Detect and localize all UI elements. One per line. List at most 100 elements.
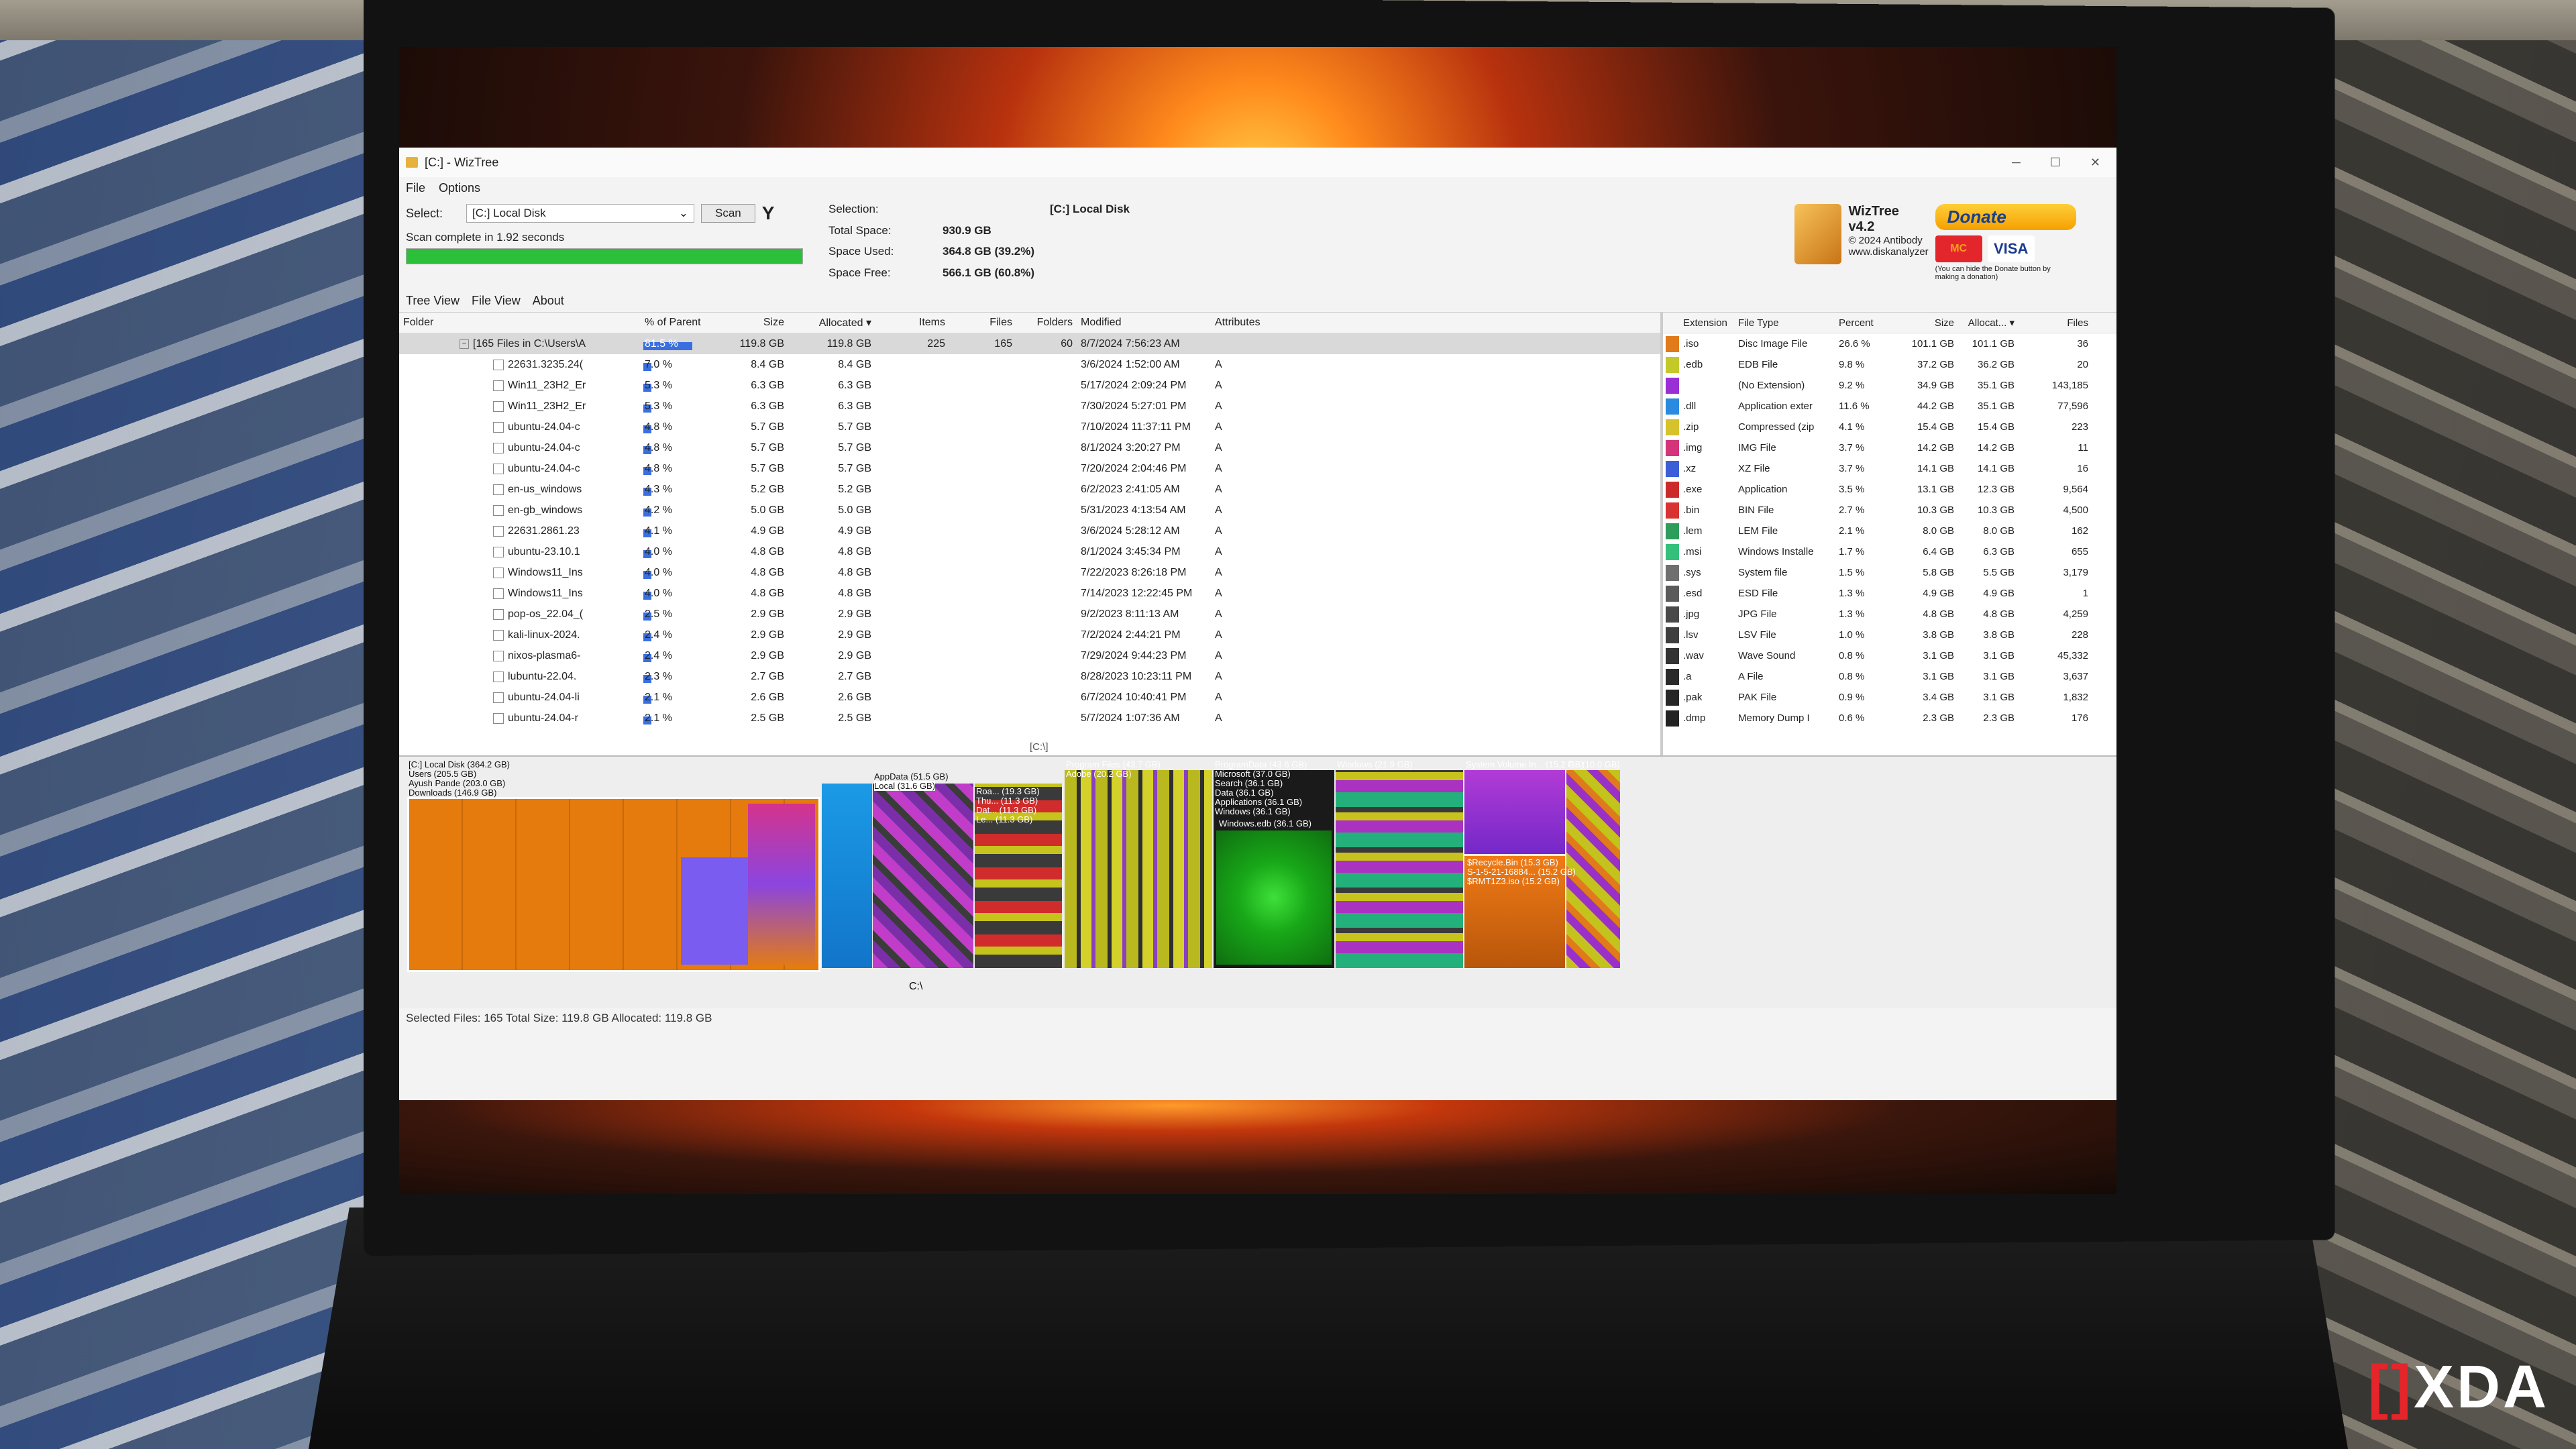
table-row[interactable]: en-us_windows 4.3 % 5.2 GB 5.2 GB 6/2/2023 2… — [399, 479, 1660, 500]
extension-panel: Extension File Type Percent Size Allocat… — [1660, 313, 2116, 755]
list-item[interactable]: .exe Application 3.5 % 13.1 GB 12.3 GB 9,564 — [1663, 479, 2116, 500]
table-row[interactable]: Windows11_Ins 4.0 % 4.8 GB 4.8 GB 7/14/2023 … — [399, 583, 1660, 604]
folder-name-text: 22631.3235.24( — [508, 358, 584, 370]
col-file-type[interactable]: File Type — [1735, 317, 1836, 329]
treemap-label-recycle-bin: $Recycle.Bin (15.3 GB) — [1467, 857, 1558, 867]
donate-button[interactable]: Donate — [1935, 204, 2076, 230]
list-item[interactable]: .lsv LSV File 1.0 % 3.8 GB 3.8 GB 228 — [1663, 625, 2116, 645]
attributes-cell: A — [1215, 483, 1222, 495]
col-items[interactable]: Items — [875, 317, 949, 329]
col-ext-allocated[interactable]: Allocat... ▾ — [1957, 317, 2017, 329]
treemap-windows-edb[interactable] — [1216, 830, 1332, 965]
col-ext-percent[interactable]: Percent — [1836, 317, 1896, 329]
list-item[interactable]: .edb EDB File 9.8 % 37.2 GB 36.2 GB 20 — [1663, 354, 2116, 375]
treemap-iso-purple[interactable] — [681, 857, 748, 965]
treemap[interactable]: [C:] Local Disk (364.2 GB) Users (205.5 … — [399, 755, 2116, 1008]
swatch-cell — [1663, 606, 1680, 623]
modified-cell: 6/2/2023 2:41:05 AM — [1081, 483, 1180, 495]
brand-site[interactable]: www.diskanalyzer — [1848, 246, 1928, 258]
color-swatch — [1666, 647, 1679, 664]
table-row[interactable]: Win11_23H2_Er 5.3 % 6.3 GB 6.3 GB 7/30/2024 … — [399, 396, 1660, 417]
col-percent[interactable]: % of Parent — [641, 317, 714, 329]
list-item[interactable]: .bin BIN File 2.7 % 10.3 GB 10.3 GB 4,500 — [1663, 500, 2116, 521]
list-item[interactable]: .a A File 0.8 % 3.1 GB 3.1 GB 3,637 — [1663, 666, 2116, 687]
swatch-cell — [1663, 543, 1680, 560]
treemap-appdata[interactable] — [873, 784, 973, 968]
drive-select[interactable]: [C:] Local Disk ⌄ — [466, 204, 694, 223]
table-row[interactable]: ubuntu-24.04-c 4.8 % 5.7 GB 5.7 GB 7/10/2024… — [399, 417, 1660, 437]
allocated-cell: 14.1 GB — [1977, 463, 2015, 474]
swatch-cell — [1663, 398, 1680, 415]
list-item[interactable]: .dll Application exter 11.6 % 44.2 GB 35.1 G… — [1663, 396, 2116, 417]
col-ext-size[interactable]: Size — [1896, 317, 1957, 329]
percent-cell: 0.6 % — [1839, 712, 1865, 724]
col-size[interactable]: Size — [714, 317, 788, 329]
table-row[interactable]: Windows11_Ins 4.0 % 4.8 GB 4.8 GB 7/22/2023 … — [399, 562, 1660, 583]
treemap-windows[interactable] — [1336, 770, 1463, 968]
list-item[interactable]: .wav Wave Sound 0.8 % 3.1 GB 3.1 GB 45,332 — [1663, 645, 2116, 666]
collapse-icon[interactable]: − — [460, 339, 469, 349]
percent-text: 7.0 % — [645, 358, 672, 370]
percent-cell: 1.7 % — [1839, 546, 1865, 557]
table-row[interactable]: kali-linux-2024. 2.4 % 2.9 GB 2.9 GB 7/2/202… — [399, 625, 1660, 645]
table-row[interactable]: pop-os_22.04_(2.5 % 2.9 GB 2.9 GB 9/2/2023 … — [399, 604, 1660, 625]
maximize-button[interactable]: ☐ — [2050, 156, 2061, 170]
col-files[interactable]: Files — [949, 317, 1016, 329]
table-row[interactable]: nixos-plasma6- 2.4 % 2.9 GB 2.9 GB 7/29/2024… — [399, 645, 1660, 666]
attributes-cell: A — [1215, 400, 1222, 412]
table-row[interactable]: ubuntu-23.10.1 4.0 % 4.8 GB 4.8 GB 8/1/2024 … — [399, 541, 1660, 562]
table-row[interactable]: ubuntu-24.04-li 2.1 % 2.6 GB 2.6 GB 6/7/2024… — [399, 687, 1660, 708]
list-item[interactable]: .esd ESD File 1.3 % 4.9 GB 4.9 GB 1 — [1663, 583, 2116, 604]
table-row[interactable]: 22631.3235.24(7.0 % 8.4 GB 8.4 GB 3/6/2024 … — [399, 354, 1660, 375]
col-allocated[interactable]: Allocated ▾ — [788, 316, 875, 329]
list-item[interactable]: .pak PAK File 0.9 % 3.4 GB 3.1 GB 1,832 — [1663, 687, 2116, 708]
list-item[interactable]: .xz XZ File 3.7 % 14.1 GB 14.1 GB 16 — [1663, 458, 2116, 479]
list-item[interactable]: .sys System file 1.5 % 5.8 GB 5.5 GB 3,179 — [1663, 562, 2116, 583]
table-row[interactable]: ubuntu-24.04-c 4.8 % 5.7 GB 5.7 GB 8/1/2024 … — [399, 437, 1660, 458]
list-item[interactable]: .msi Windows Installe 1.7 % 6.4 GB 6.3 GB 655 — [1663, 541, 2116, 562]
list-item[interactable]: .iso Disc Image File 26.6 % 101.1 GB 101.1 G… — [1663, 333, 2116, 354]
selection-value: [C:] Local Disk — [1050, 203, 1130, 215]
col-ext-files[interactable]: Files — [2017, 317, 2091, 329]
list-item[interactable]: .zip Compressed (zip 4.1 % 15.4 GB 15.4 GB 22… — [1663, 417, 2116, 437]
table-row[interactable]: ubuntu-24.04-c 4.8 % 5.7 GB 5.7 GB 7/20/2024… — [399, 458, 1660, 479]
table-row[interactable]: lubuntu-22.04. 2.3 % 2.7 GB 2.7 GB 8/28/2023… — [399, 666, 1660, 687]
files-cell: 165 — [994, 337, 1012, 350]
list-item[interactable]: .lem LEM File 2.1 % 8.0 GB 8.0 GB 162 — [1663, 521, 2116, 541]
attributes-cell: A — [1215, 545, 1222, 557]
treemap-program-files[interactable] — [1065, 770, 1212, 968]
col-attributes[interactable]: Attributes — [1211, 317, 1271, 329]
table-row[interactable]: − [165 Files in C:\Users\A 81.5 % 119.8 GB 1… — [399, 333, 1660, 354]
tab-file-view[interactable]: File View — [472, 294, 521, 308]
list-item[interactable]: .img IMG File 3.7 % 14.2 GB 14.2 GB 11 — [1663, 437, 2116, 458]
scan-button[interactable]: Scan — [701, 204, 755, 223]
list-item[interactable]: .dmp Memory Dump I 0.6 % 2.3 GB 2.3 GB 176 — [1663, 708, 2116, 729]
list-item[interactable]: .jpg JPG File 1.3 % 4.8 GB 4.8 GB 4,259 — [1663, 604, 2116, 625]
menu-file[interactable]: File — [406, 181, 425, 195]
filter-icon[interactable]: Y — [762, 203, 775, 224]
treemap-system-volume[interactable] — [1464, 770, 1565, 854]
col-modified[interactable]: Modified — [1077, 317, 1211, 329]
folder-name-text: nixos-plasma6- — [508, 649, 581, 661]
menu-options[interactable]: Options — [439, 181, 480, 195]
treemap-iso-pink[interactable] — [748, 804, 815, 965]
close-button[interactable]: ✕ — [2090, 156, 2100, 170]
table-row[interactable]: Win11_23H2_Er 5.3 % 6.3 GB 6.3 GB 5/17/2024 … — [399, 375, 1660, 396]
percent-text: 4.1 % — [645, 525, 672, 537]
col-folders[interactable]: Folders — [1016, 317, 1077, 329]
files-cell: 3,179 — [2063, 567, 2088, 578]
col-extension[interactable]: Extension — [1680, 317, 1735, 329]
table-row[interactable]: 22631.2861.23 4.1 % 4.9 GB 4.9 GB 3/6/2024 5… — [399, 521, 1660, 541]
table-row[interactable]: en-gb_windows 4.2 % 5.0 GB 5.0 GB 5/31/2023 … — [399, 500, 1660, 521]
col-folder[interactable]: Folder — [399, 317, 641, 329]
tab-about[interactable]: About — [533, 294, 564, 308]
treemap-blue[interactable] — [822, 784, 872, 968]
folder-name-text: ubuntu-24.04-r — [508, 712, 578, 724]
color-swatch — [1666, 419, 1679, 435]
list-item[interactable]: (No Extension) 9.2 % 34.9 GB 35.1 GB 143,185 — [1663, 375, 2116, 396]
folder-name-text: lubuntu-22.04. — [508, 670, 577, 682]
minimize-button[interactable]: ─ — [2012, 156, 2021, 170]
tab-tree-view[interactable]: Tree View — [406, 294, 460, 308]
table-row[interactable]: ubuntu-24.04-r 2.1 % 2.5 GB 2.5 GB 5/7/2024 … — [399, 708, 1660, 729]
scan-progress-bar — [406, 248, 803, 264]
